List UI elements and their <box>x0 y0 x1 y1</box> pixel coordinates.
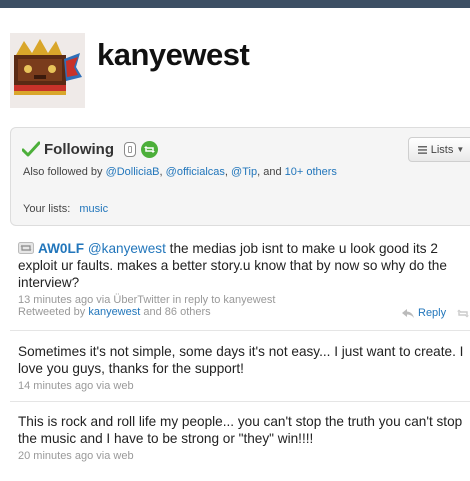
retweeted-by: Retweeted by kanyewest and 86 others <box>18 306 211 318</box>
list-link-music[interactable]: music <box>79 203 108 215</box>
tweet-item: Sometimes it's not simple, some days it'… <box>18 343 470 393</box>
retweet-author-link[interactable]: AW0LF <box>38 241 84 256</box>
follower-link-1[interactable]: @officialcas <box>166 166 225 178</box>
lists-button[interactable]: Lists ▼ <box>408 137 470 162</box>
top-nav-strip <box>0 0 470 8</box>
your-lists-label: Your lists: <box>23 203 71 215</box>
reply-icon <box>402 308 414 318</box>
separator: , <box>159 166 163 178</box>
lists-icon <box>417 145 427 154</box>
retweeted-by-prefix: Retweeted by <box>18 306 86 318</box>
tweet-meta: 14 minutes ago via web <box>18 380 134 392</box>
following-label: Following <box>44 140 114 158</box>
profile-username: kanyewest <box>97 37 250 72</box>
also-followed-prefix: Also followed by <box>23 166 103 178</box>
divider <box>10 401 470 402</box>
tweet-item: AW0LF @kanyewest the medias job isnt to … <box>18 240 470 307</box>
mention-link[interactable]: @kanyewest <box>88 241 166 256</box>
others-link[interactable]: 10+ others <box>285 166 337 178</box>
tweet-meta: 13 minutes ago via ÜberTwitter in reply … <box>18 294 276 306</box>
tweet-text: Sometimes it's not simple, some days it'… <box>18 344 464 376</box>
retweet-action-icon[interactable] <box>457 309 470 318</box>
retweet-toggle-icon[interactable] <box>140 140 158 158</box>
retweeted-by-suffix: and 86 others <box>143 306 211 318</box>
tweet-text: AW0LF @kanyewest the medias job isnt to … <box>18 240 470 291</box>
retweet-icon <box>18 242 34 254</box>
tweet-text: This is rock and roll life my people... … <box>18 414 463 446</box>
divider <box>10 330 470 331</box>
chevron-down-icon: ▼ <box>456 145 465 154</box>
device-updates-icon[interactable] <box>123 141 136 157</box>
follower-link-2[interactable]: @Tip <box>231 166 257 178</box>
retweeted-by-user-link[interactable]: kanyewest <box>88 306 140 318</box>
lists-button-label: Lists <box>430 143 454 156</box>
reply-label: Reply <box>418 307 447 319</box>
tweet-meta: 20 minutes ago via web <box>18 450 134 462</box>
separator-and: , and <box>257 166 282 178</box>
tweet-item: This is rock and roll life my people... … <box>18 413 470 463</box>
following-row: Following <box>22 139 158 159</box>
your-lists: Your lists: music <box>23 203 108 215</box>
avatar[interactable] <box>10 33 85 108</box>
also-followed-by: Also followed by @DolliciaB, @officialca… <box>23 166 337 178</box>
check-icon <box>22 141 40 157</box>
separator: , <box>224 166 228 178</box>
follow-status-box: Following Lists ▼ Also followed by @Doll… <box>10 127 470 226</box>
reply-button[interactable]: Reply <box>402 307 446 319</box>
follower-link-0[interactable]: @DolliciaB <box>106 166 160 178</box>
